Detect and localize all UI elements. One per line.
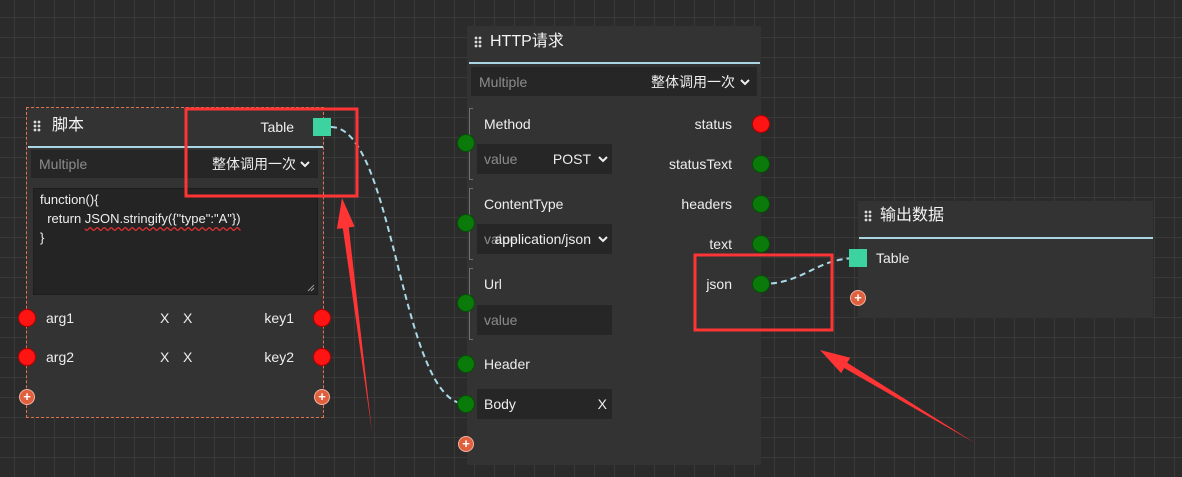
status-output-port[interactable] bbox=[752, 115, 770, 133]
arg-input-port[interactable] bbox=[18, 309, 36, 327]
arg-key: key2 bbox=[264, 349, 294, 365]
drag-handle-icon[interactable] bbox=[864, 210, 872, 222]
output-label-status: status bbox=[694, 116, 732, 132]
json-output-port[interactable] bbox=[752, 275, 770, 293]
mode-value: 整体调用一次 bbox=[212, 156, 296, 172]
table-input-port[interactable] bbox=[849, 249, 867, 267]
script-node[interactable]: 脚本 Table Multiple 整体调用一次 function(){ ret… bbox=[18, 107, 331, 418]
url-field bbox=[477, 305, 612, 335]
mode-placeholder: Multiple bbox=[479, 74, 528, 90]
add-input-button[interactable]: + bbox=[458, 436, 474, 452]
mode-placeholder: Multiple bbox=[39, 156, 88, 172]
content-type-input-port[interactable] bbox=[457, 214, 475, 232]
chevron-down-icon[interactable] bbox=[598, 156, 608, 163]
url-input-port[interactable] bbox=[457, 294, 475, 312]
body-field: Body X bbox=[477, 389, 612, 419]
body-label: Body bbox=[484, 396, 516, 412]
add-input-button[interactable]: + bbox=[19, 389, 35, 405]
table-output-port[interactable] bbox=[313, 118, 331, 136]
output-label-text: text bbox=[709, 236, 732, 252]
content-type-label: ContentType bbox=[484, 196, 564, 212]
link-script-table-to-http-body[interactable] bbox=[330, 126, 467, 405]
content-type-select[interactable]: application/json bbox=[494, 230, 591, 248]
method-input-port[interactable] bbox=[457, 134, 475, 152]
header-underline bbox=[859, 237, 1153, 239]
output-label-json: json bbox=[706, 276, 732, 292]
code-line: function(){ bbox=[40, 192, 99, 207]
output-label-headers: headers bbox=[681, 196, 732, 212]
call-mode-select[interactable]: Multiple 整体调用一次 bbox=[471, 67, 757, 96]
method-value-input[interactable] bbox=[477, 144, 612, 174]
key-output-port[interactable] bbox=[313, 348, 331, 366]
arg-name: arg2 bbox=[46, 349, 75, 365]
method-select[interactable]: POST bbox=[553, 150, 591, 168]
output-label-status-text: statusText bbox=[668, 156, 732, 172]
remove-body-button[interactable]: X bbox=[598, 395, 607, 413]
code-line: } bbox=[40, 230, 45, 245]
chevron-down-icon bbox=[300, 161, 310, 168]
add-output-button[interactable]: + bbox=[314, 389, 330, 405]
annotation-arrow-icon bbox=[336, 198, 372, 432]
output-data-node[interactable]: 输出数据 Table + bbox=[849, 201, 1153, 318]
mode-value: 整体调用一次 bbox=[651, 74, 735, 90]
node-title: HTTP请求 bbox=[490, 33, 564, 50]
resize-grip-icon[interactable] bbox=[306, 283, 315, 292]
remove-input-button[interactable]: X bbox=[160, 309, 169, 327]
url-value-input[interactable] bbox=[477, 305, 612, 335]
arg-key: key1 bbox=[264, 310, 294, 326]
header-underline bbox=[28, 146, 323, 148]
input-port-label: Table bbox=[876, 250, 910, 266]
http-request-node[interactable]: HTTP请求 Multiple 整体调用一次 Method POST Conte… bbox=[457, 26, 770, 465]
call-mode-select[interactable]: Multiple 整体调用一次 bbox=[31, 150, 318, 178]
chevron-down-icon bbox=[740, 79, 750, 86]
arg-input-port[interactable] bbox=[18, 348, 36, 366]
script-code-editor[interactable]: function(){ return JSON.stringify({"type… bbox=[33, 188, 318, 295]
node-title: 脚本 bbox=[52, 117, 85, 134]
method-field: POST bbox=[477, 144, 612, 174]
header-input-port[interactable] bbox=[457, 355, 475, 373]
remove-output-button[interactable]: X bbox=[183, 348, 192, 366]
status-text-output-port[interactable] bbox=[752, 155, 770, 173]
drag-handle-icon[interactable] bbox=[33, 120, 41, 132]
headers-output-port[interactable] bbox=[752, 195, 770, 213]
body-input-port[interactable] bbox=[457, 395, 475, 413]
code-line: return JSON.stringify({"type":"A"}) bbox=[40, 209, 311, 228]
text-output-port[interactable] bbox=[752, 235, 770, 253]
header-underline bbox=[469, 62, 760, 64]
remove-input-button[interactable]: X bbox=[160, 348, 169, 366]
add-input-button[interactable]: + bbox=[850, 290, 866, 306]
node-title: 输出数据 bbox=[880, 207, 945, 224]
header-label: Header bbox=[484, 356, 530, 372]
output-port-label: Table bbox=[260, 119, 294, 135]
method-label: Method bbox=[484, 116, 531, 132]
chevron-down-icon[interactable] bbox=[598, 236, 608, 243]
annotation-arrow-icon bbox=[820, 350, 975, 443]
remove-output-button[interactable]: X bbox=[183, 309, 192, 327]
code-text-spellcheck: JSON.stringify({"type":"A"}) bbox=[84, 211, 241, 226]
content-type-field: application/json bbox=[477, 224, 612, 254]
arg-name: arg1 bbox=[46, 310, 75, 326]
key-output-port[interactable] bbox=[313, 309, 331, 327]
drag-handle-icon[interactable] bbox=[474, 36, 482, 48]
link-http-json-to-output-table[interactable] bbox=[760, 257, 859, 285]
url-label: Url bbox=[484, 276, 502, 292]
code-text: return bbox=[40, 211, 85, 226]
